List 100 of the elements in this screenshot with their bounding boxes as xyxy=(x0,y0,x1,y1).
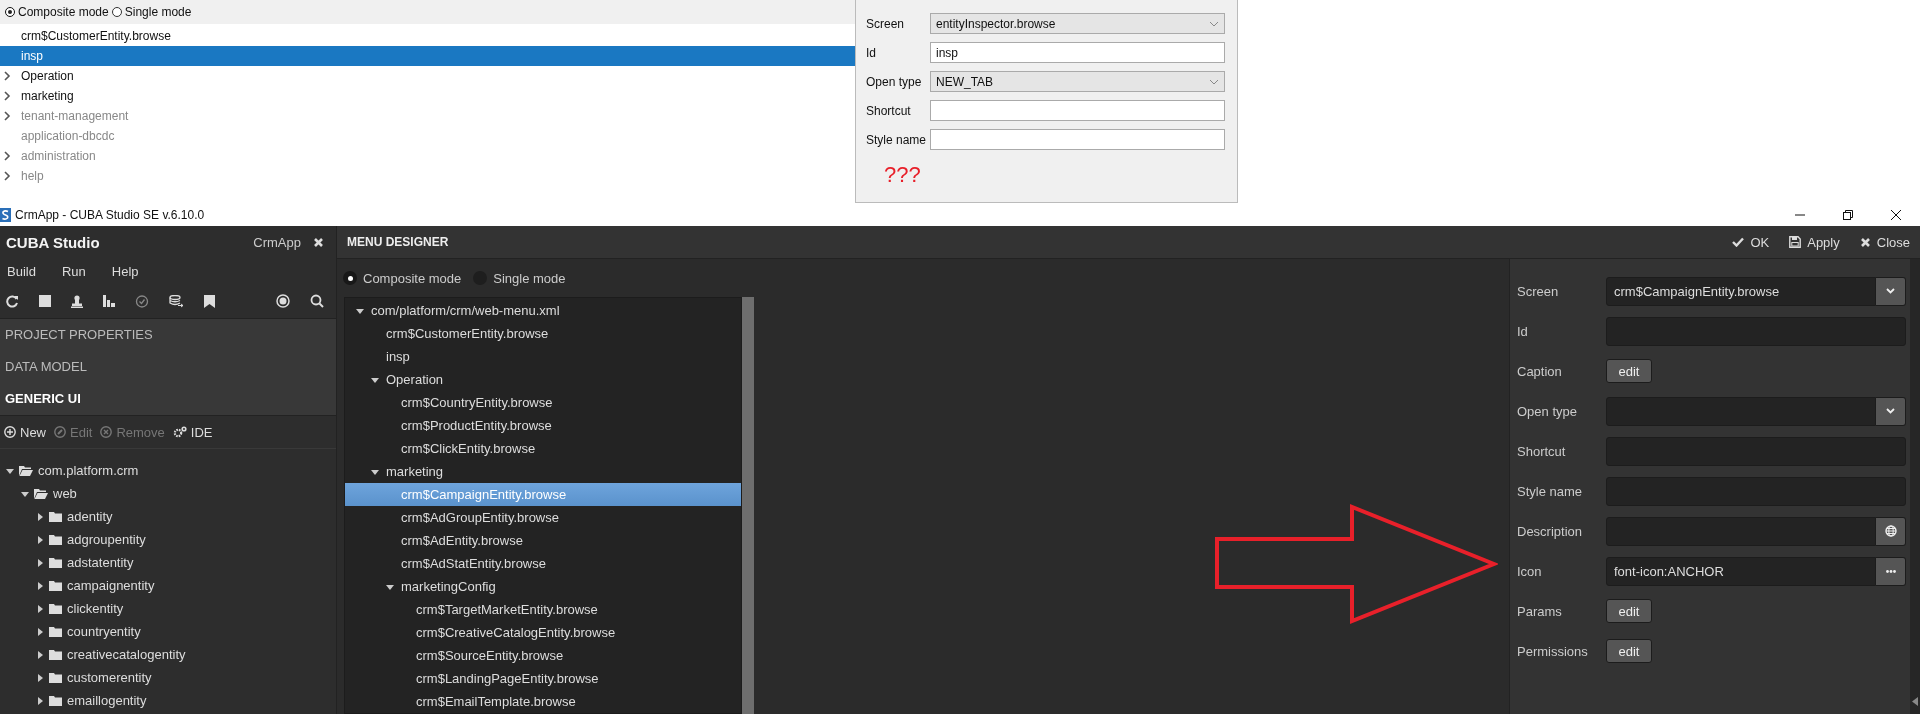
menu-item[interactable]: Run xyxy=(61,263,86,279)
triangle-icon xyxy=(36,581,44,590)
dropdown-button[interactable] xyxy=(1876,396,1906,426)
checkmark-icon xyxy=(1732,237,1745,247)
tree-item[interactable]: countryentity xyxy=(0,620,336,643)
text-field[interactable] xyxy=(930,129,1225,150)
triangle-icon xyxy=(36,535,44,544)
tree-item[interactable]: customerentity xyxy=(0,666,336,689)
folder-icon xyxy=(49,626,62,637)
tree-item[interactable]: adstatentity xyxy=(0,551,336,574)
tree-item[interactable]: adgroupentity xyxy=(0,528,336,551)
ok-button[interactable]: OK xyxy=(1732,234,1770,250)
menu-tree-item[interactable]: crm$AdGroupEntity.browse xyxy=(345,506,741,529)
folder-icon xyxy=(49,511,62,522)
menu-tree-item[interactable]: marketing xyxy=(345,460,741,483)
database-icon[interactable] xyxy=(169,294,184,308)
tree-item[interactable]: adentity xyxy=(0,505,336,528)
search-icon[interactable] xyxy=(310,294,324,308)
chevron-down-icon xyxy=(1209,20,1219,27)
dropdown-field[interactable]: entityInspector.browse xyxy=(930,13,1225,34)
scrollbar[interactable] xyxy=(742,297,754,714)
dropdown-button[interactable] xyxy=(1876,276,1906,306)
refresh-icon[interactable] xyxy=(6,294,19,308)
text-field[interactable] xyxy=(1606,516,1876,546)
menu-tree-item[interactable]: insp xyxy=(0,46,855,66)
radio-label[interactable]: Single mode xyxy=(124,5,192,19)
menu-tree-item[interactable]: crm$AdStatEntity.browse xyxy=(345,552,741,575)
text-field[interactable]: font-icon:ANCHOR xyxy=(1606,556,1876,586)
dropdown-field[interactable]: NEW_TAB xyxy=(930,71,1225,92)
menu-tree-item[interactable]: Operation xyxy=(345,368,741,391)
property-label: Permissions xyxy=(1517,643,1589,659)
radio-button[interactable] xyxy=(5,7,15,17)
property-label: Icon xyxy=(1517,563,1543,579)
edit-button[interactable]: edit xyxy=(1606,639,1652,663)
edit-button[interactable]: edit xyxy=(1606,599,1652,623)
timer-check-icon[interactable] xyxy=(135,294,149,308)
menu-tree-item[interactable]: crm$EmailTemplate.browse xyxy=(345,690,741,713)
property-label: Id xyxy=(1517,323,1529,339)
dropdown-field[interactable]: crm$CampaignEntity.browse xyxy=(1606,276,1876,306)
menu-item[interactable]: Build xyxy=(7,263,36,279)
triangle-icon xyxy=(36,512,44,521)
browse-button[interactable] xyxy=(1876,556,1906,586)
section-tab[interactable]: DATA MODEL xyxy=(0,351,336,383)
menu-tree-item[interactable]: marketing xyxy=(0,86,855,106)
tree-item[interactable]: com.platform.crm xyxy=(0,459,336,482)
record-icon[interactable] xyxy=(276,294,290,308)
property-label: Style name xyxy=(1517,483,1584,499)
tree-item[interactable]: campaignentity xyxy=(0,574,336,597)
menu-tree-item[interactable]: crm$ClickEntity.browse xyxy=(345,437,741,460)
localize-button[interactable] xyxy=(1876,516,1906,546)
field-label: Shortcut xyxy=(866,103,912,118)
tree-item[interactable]: clickentity xyxy=(0,597,336,620)
tree-item[interactable]: creativecatalogentity xyxy=(0,643,336,666)
save-icon xyxy=(1789,236,1802,248)
menu-tree-item[interactable]: crm$CountryEntity.browse xyxy=(345,391,741,414)
section-tab[interactable]: GENERIC UI xyxy=(0,383,336,415)
bar-chart-icon[interactable] xyxy=(103,295,115,307)
app-brand: CUBA Studio xyxy=(6,233,100,251)
menu-tree-item[interactable]: com/platform/crm/web-menu.xml xyxy=(345,299,741,322)
apply-button[interactable]: Apply xyxy=(1789,234,1840,250)
triangle-icon xyxy=(356,306,364,315)
triangle-icon xyxy=(36,673,44,682)
menu-tree-item[interactable]: crm$LandingPageEntity.browse xyxy=(345,667,741,690)
chevron-down-icon xyxy=(1209,78,1219,85)
radio-button[interactable] xyxy=(343,271,357,285)
edit-button[interactable]: edit xyxy=(1606,359,1652,383)
menu-tree-item[interactable]: marketingConfig xyxy=(345,575,741,598)
radio-label[interactable]: Composite mode xyxy=(363,270,462,286)
menu-tree-item[interactable]: crm$AdEntity.browse xyxy=(345,529,741,552)
menu-tree-item[interactable]: insp xyxy=(345,345,741,368)
ide-action[interactable]: IDE xyxy=(172,424,213,440)
new-action[interactable]: New xyxy=(4,424,46,440)
triangle-icon xyxy=(371,375,379,384)
radio-button[interactable] xyxy=(111,7,122,17)
tree-item[interactable]: web xyxy=(0,482,336,505)
ellipsis-icon xyxy=(1885,569,1896,573)
folder-open-icon xyxy=(19,465,33,476)
radio-label[interactable]: Single mode xyxy=(493,270,566,286)
close-button[interactable]: Close xyxy=(1859,234,1910,250)
section-tab[interactable]: PROJECT PROPERTIES xyxy=(0,319,336,351)
restore-icon[interactable] xyxy=(1842,209,1854,221)
menu-tree-item[interactable]: crm$SourceEntity.browse xyxy=(345,644,741,667)
menu-tree-item[interactable]: Operation xyxy=(0,66,855,86)
menu-tree-item[interactable]: crm$CreativeCatalogEntity.browse xyxy=(345,621,741,644)
menu-tree-item[interactable]: crm$CustomerEntity.browse xyxy=(0,26,855,46)
folder-icon xyxy=(49,695,62,706)
field-label: Open type xyxy=(866,74,923,89)
panel-title: MENU DESIGNER xyxy=(347,235,449,249)
collapse-icon[interactable] xyxy=(1912,697,1918,706)
bookmark-icon[interactable] xyxy=(204,294,215,308)
radio-label[interactable]: Composite mode xyxy=(18,5,109,19)
close-icon[interactable] xyxy=(1890,209,1902,221)
dropdown-field[interactable] xyxy=(1606,396,1876,426)
tree-item[interactable]: emaillogentity xyxy=(0,689,336,712)
text-field[interactable]: insp xyxy=(930,42,1225,63)
menu-item[interactable]: Help xyxy=(111,263,139,279)
text-field[interactable] xyxy=(930,100,1225,121)
menu-tree-item[interactable]: crm$TargetMarketEntity.browse xyxy=(345,598,741,621)
menu-tree-item[interactable]: crm$ProductEntity.browse xyxy=(345,414,741,437)
menu-tree-item[interactable]: crm$CustomerEntity.browse xyxy=(345,322,741,345)
